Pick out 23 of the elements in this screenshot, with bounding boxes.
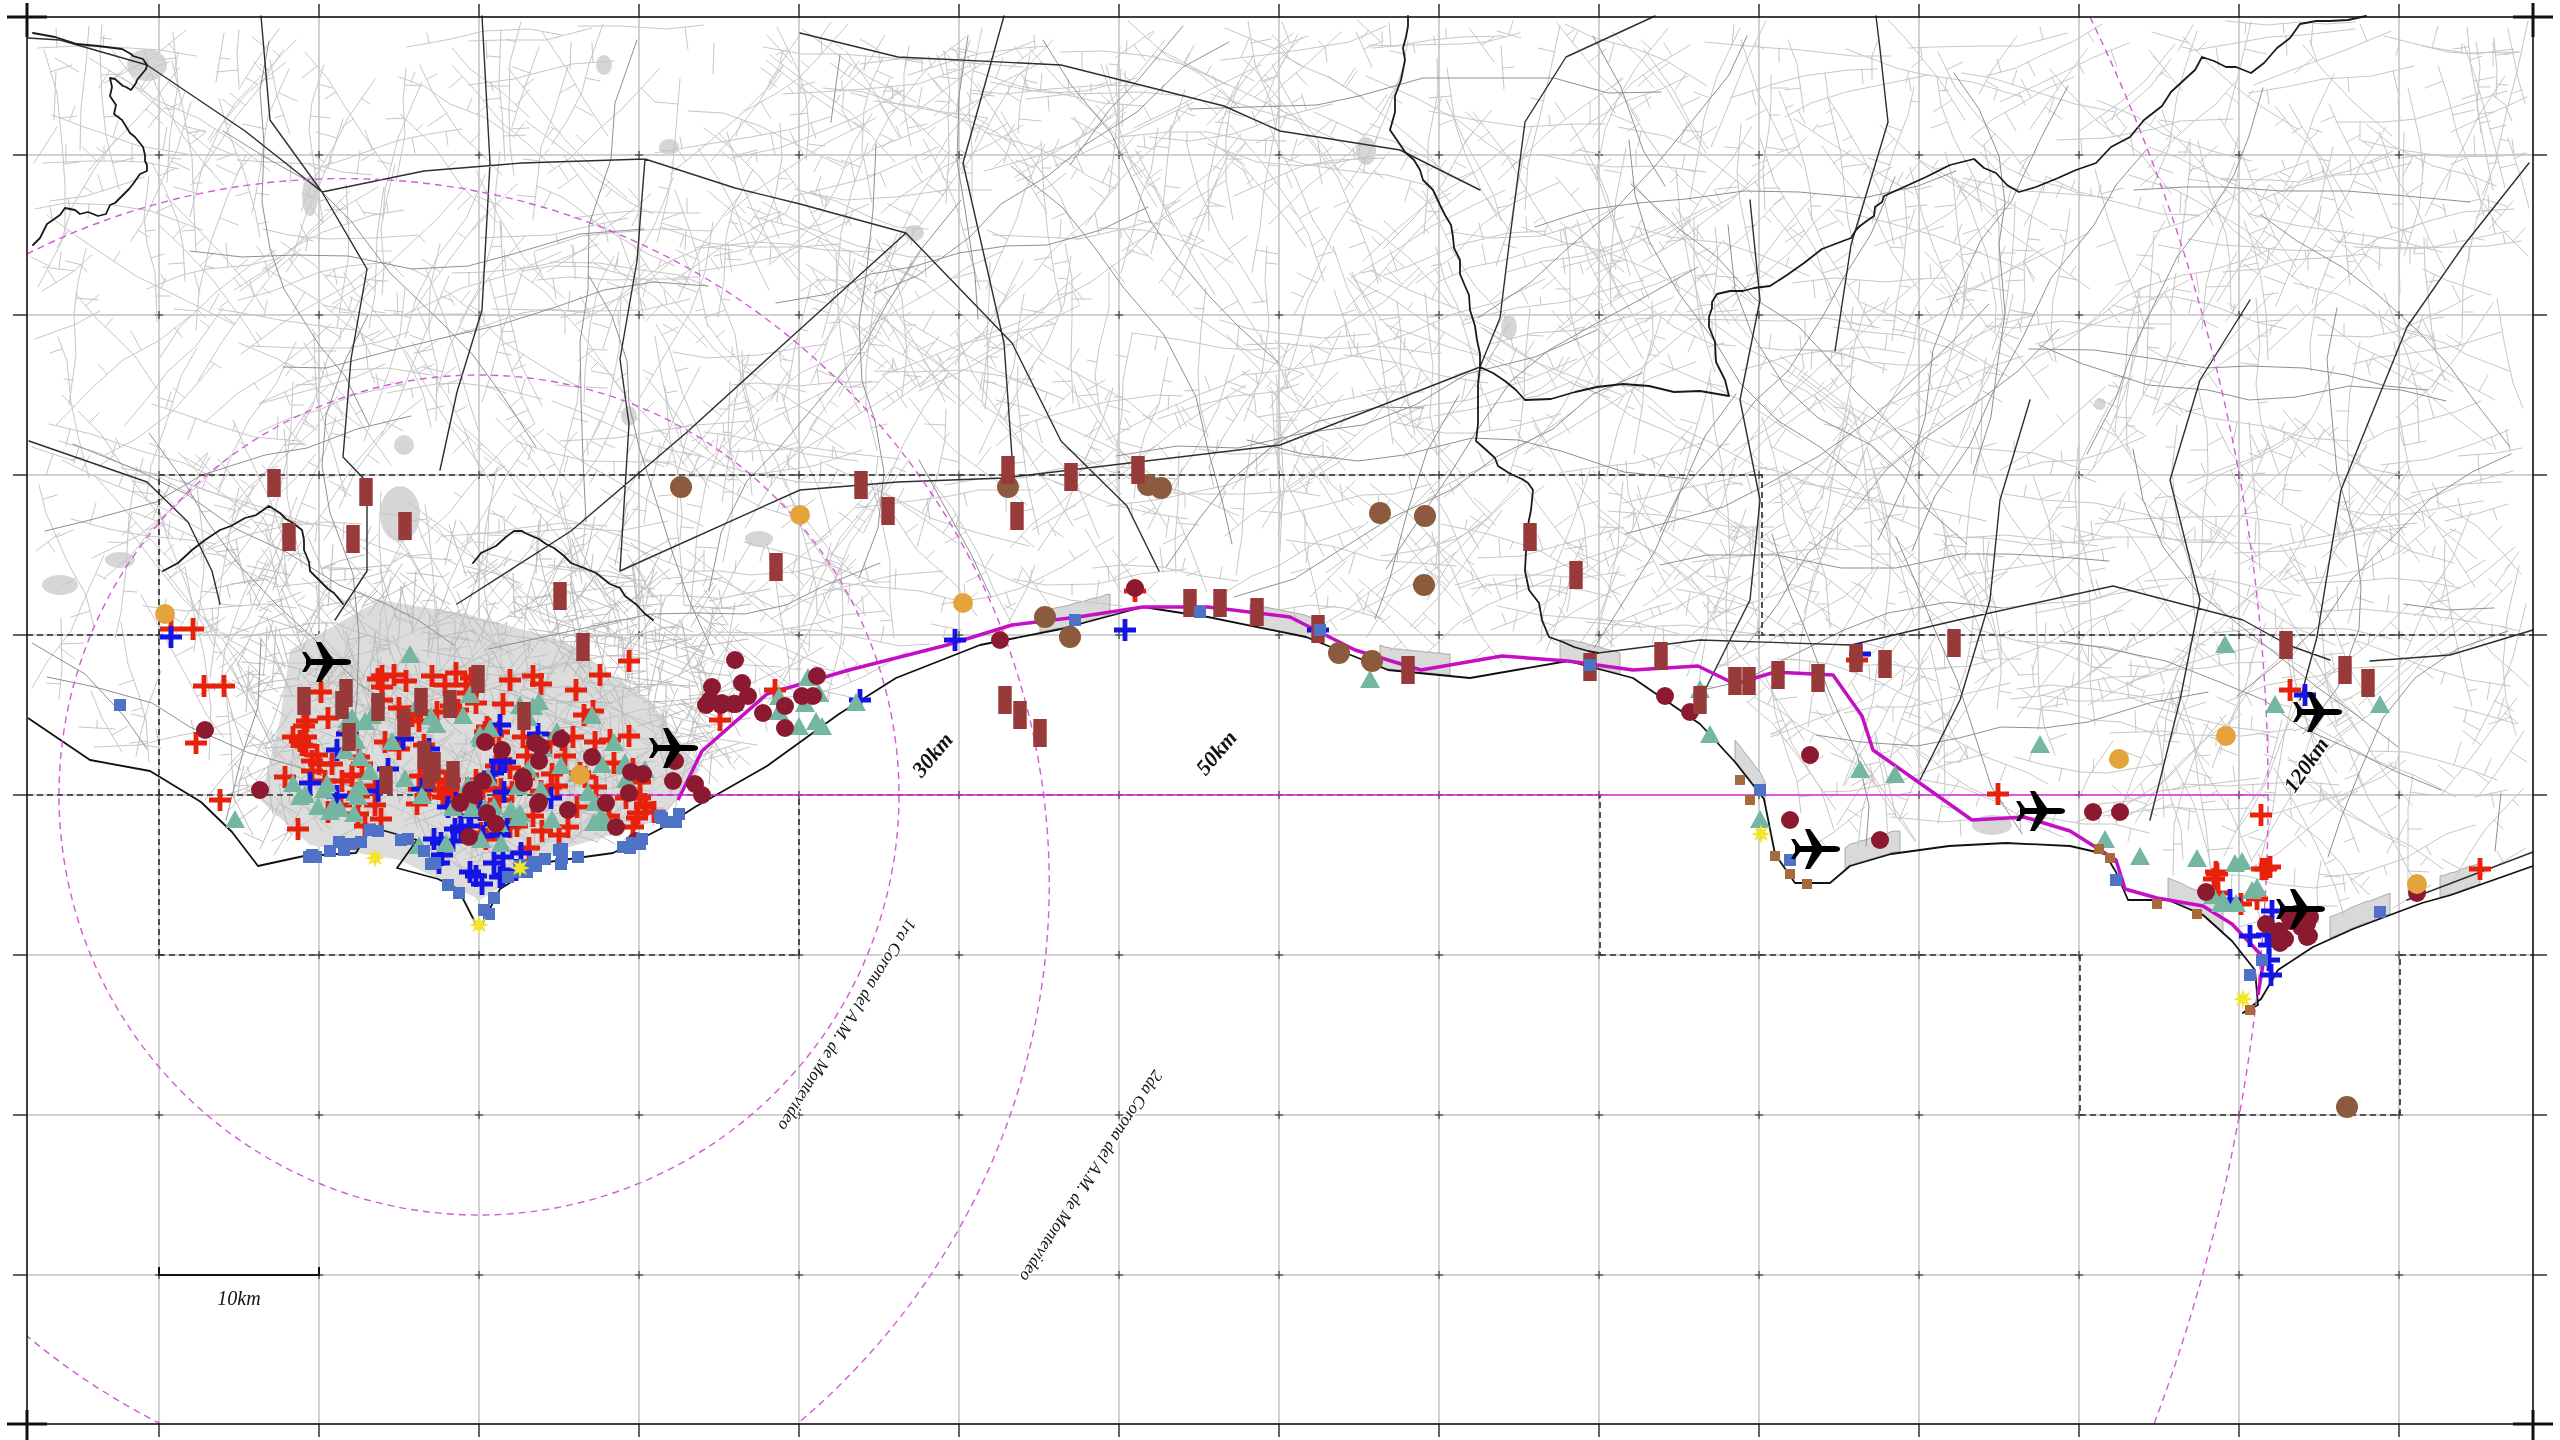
- airplane-icon: [649, 728, 698, 768]
- airplane-icon: [1791, 829, 1840, 869]
- urban-area: [659, 139, 679, 155]
- airplane-icon: [2293, 692, 2342, 732]
- urban-area: [302, 176, 318, 216]
- airplane-icon: [2276, 889, 2325, 929]
- urban-area: [1972, 815, 2012, 835]
- urban-area: [2094, 398, 2106, 410]
- urban-area: [1501, 315, 1517, 339]
- urban-area: [105, 552, 135, 568]
- urban-area: [745, 531, 773, 547]
- urban-area: [42, 575, 78, 595]
- airplane-icon: [302, 642, 351, 682]
- scale-label: 10km: [217, 1286, 261, 1309]
- urban-area: [621, 406, 637, 426]
- urban-area: [394, 435, 414, 455]
- urban-area: [596, 55, 612, 75]
- airplane-icon: [2016, 791, 2065, 831]
- urban-area: [904, 225, 924, 241]
- urban-area: [1356, 137, 1376, 165]
- urban-area: [2439, 862, 2481, 898]
- urban-area: [2329, 892, 2391, 939]
- urban-area: [127, 49, 167, 81]
